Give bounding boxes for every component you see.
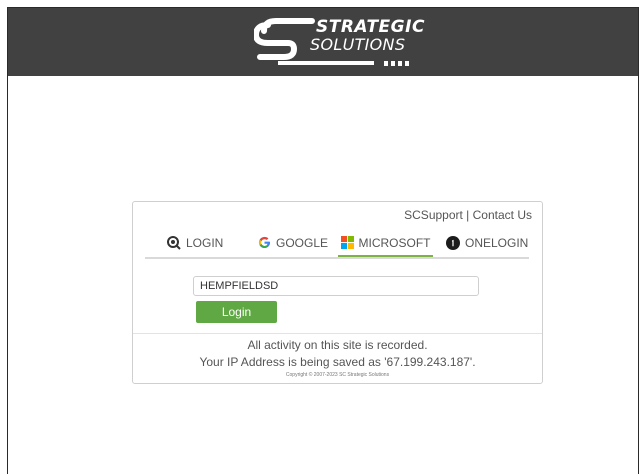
browser-frame: STRATEGIC SOLUTIONS SCSupport | Contact …	[7, 7, 639, 474]
support-links: SCSupport | Contact Us	[404, 208, 532, 222]
login-card: SCSupport | Contact Us LOGIN GOOGLE MICR…	[132, 201, 543, 384]
ip-address-notice: Your IP Address is being saved as '67.19…	[199, 355, 476, 369]
card-divider	[133, 333, 542, 334]
tab-onelogin[interactable]: ONELOGIN	[446, 230, 528, 255]
login-button[interactable]: Login	[196, 301, 277, 323]
google-g-icon	[258, 236, 271, 249]
logo-solutions-text: SOLUTIONS	[310, 35, 406, 54]
magnifier-key-icon	[167, 235, 181, 250]
support-separator: |	[462, 208, 473, 222]
header-bar: STRATEGIC SOLUTIONS	[8, 8, 638, 76]
onelogin-icon	[446, 235, 460, 250]
tab-microsoft-label: MICROSOFT	[358, 235, 431, 250]
copyright-text: Copyright © 2007-2023 SC Strategic Solut…	[285, 372, 390, 378]
scsupport-link[interactable]: SCSupport	[404, 208, 463, 222]
activity-recorded-notice: All activity on this site is recorded.	[247, 338, 428, 352]
login-tabs: LOGIN GOOGLE MICROSOFT ONELOGIN	[145, 230, 529, 259]
tab-login[interactable]: LOGIN	[167, 230, 223, 255]
domain-input[interactable]	[193, 276, 479, 296]
tab-google-label: GOOGLE	[276, 235, 329, 250]
tab-microsoft[interactable]: MICROSOFT	[338, 230, 433, 257]
logo-strategic-text: STRATEGIC	[316, 17, 425, 37]
tab-login-label: LOGIN	[186, 235, 224, 250]
tab-onelogin-label: ONELOGIN	[465, 235, 529, 250]
strategic-solutions-logo: STRATEGIC SOLUTIONS	[254, 13, 424, 71]
tab-google[interactable]: GOOGLE	[258, 230, 328, 255]
contact-us-link[interactable]: Contact Us	[473, 208, 532, 222]
microsoft-logo-icon	[340, 236, 354, 249]
